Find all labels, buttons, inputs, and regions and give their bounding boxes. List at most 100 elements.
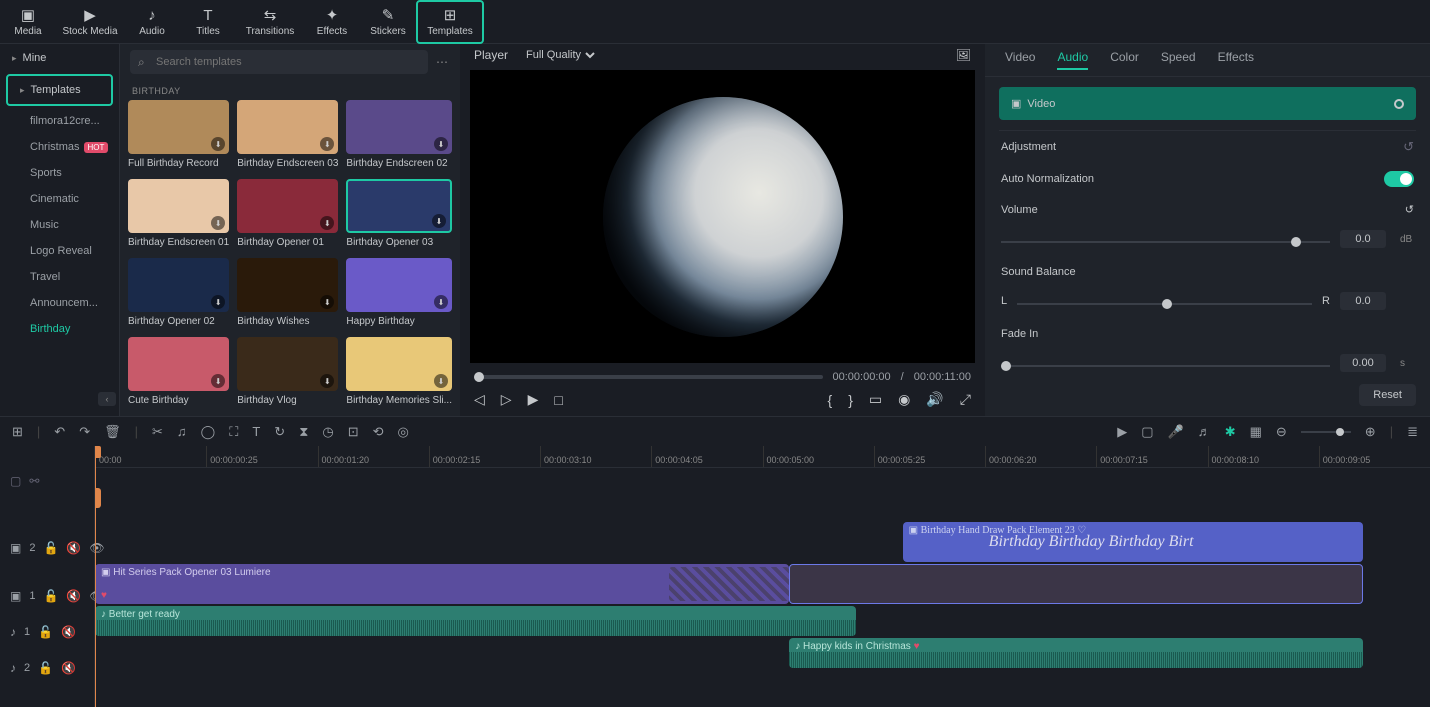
tl-clock-icon[interactable]: ◷ <box>322 424 333 440</box>
tl-layout-icon[interactable]: ⊞ <box>12 424 23 440</box>
timeline-ruler[interactable]: 00:0000:00:00:2500:00:01:2000:00:02:1500… <box>95 446 1430 468</box>
sidebar-templates[interactable]: Templates <box>6 74 113 106</box>
tl-link2-icon[interactable]: ▢ <box>10 474 21 484</box>
preview-scrubber[interactable] <box>474 375 823 379</box>
balance-slider[interactable] <box>1017 303 1312 305</box>
template-thumbnail[interactable] <box>346 100 452 154</box>
adjustment-reset-icon[interactable]: ↺ <box>1403 139 1414 155</box>
tab-templates[interactable]: ⊞Templates <box>416 0 484 44</box>
mute-icon[interactable]: 🔇 <box>66 589 81 603</box>
fullscreen-icon[interactable]: ⤢ <box>960 391 971 408</box>
reset-button[interactable]: Reset <box>1359 384 1416 406</box>
template-thumbnail[interactable] <box>346 258 452 312</box>
sidebar-cat-logo-reveal[interactable]: Logo Reveal <box>0 238 119 264</box>
tl-view-icon[interactable]: ≣ <box>1407 424 1418 440</box>
mute-icon[interactable]: 🔇 <box>66 541 81 555</box>
tl-zoom-out-icon[interactable]: ⊖ <box>1276 424 1287 440</box>
sidebar-mine[interactable]: Mine <box>0 44 119 72</box>
template-thumbnail[interactable] <box>237 258 338 312</box>
next-frame-button[interactable]: ▶ <box>528 391 539 408</box>
clip-radio[interactable] <box>1394 99 1404 109</box>
sidebar-cat-filmora12[interactable]: filmora12cre... <box>0 108 119 134</box>
snapshot-icon[interactable]: 🖼 <box>956 48 971 62</box>
mute-icon[interactable]: 🔇 <box>61 625 76 639</box>
tl-shield-icon[interactable]: ▢ <box>1141 424 1153 440</box>
prop-tab-audio[interactable]: Audio <box>1057 50 1088 70</box>
tl-render-icon[interactable]: ▶ <box>1117 424 1127 440</box>
prop-tab-effects[interactable]: Effects <box>1218 50 1254 70</box>
timeline-body[interactable]: 00:0000:00:00:2500:00:01:2000:00:02:1500… <box>95 446 1430 707</box>
lock-icon[interactable]: 🔓 <box>38 625 53 639</box>
template-card[interactable]: Birthday Opener 02 <box>128 258 229 329</box>
volume-value[interactable]: 0.0 <box>1340 230 1386 248</box>
quality-select[interactable]: Full Quality <box>522 48 598 62</box>
library-more[interactable]: ⋯ <box>436 55 450 69</box>
template-thumbnail[interactable] <box>128 337 229 391</box>
stop-button[interactable]: □ <box>554 392 562 408</box>
template-card[interactable]: Birthday Endscreen 01 <box>128 179 229 250</box>
clip-video-frames[interactable] <box>789 564 1363 604</box>
clip-audio2[interactable]: ♪ Happy kids in Christmas ♥ <box>789 638 1363 668</box>
mark-out-button[interactable]: } <box>848 392 853 408</box>
tl-music-icon[interactable]: ♫ <box>177 424 187 439</box>
mute-icon[interactable]: 🔇 <box>61 661 76 675</box>
tab-stickers[interactable]: ✎Stickers <box>360 0 416 44</box>
tab-audio[interactable]: ♪Audio <box>124 0 180 44</box>
mark-in-button[interactable]: { <box>828 392 833 408</box>
template-card[interactable]: Birthday Memories Sli... <box>346 337 452 408</box>
prop-tab-speed[interactable]: Speed <box>1161 50 1196 70</box>
volume-reset-icon[interactable]: ↺ <box>1405 203 1414 216</box>
track-lane-v1[interactable]: ▣ Hit Series Pack Opener 03 Lumiere ♥ <box>95 564 1430 604</box>
template-card[interactable]: Birthday Opener 01 <box>237 179 338 250</box>
clip-audio1[interactable]: ♪ Better get ready <box>95 606 856 636</box>
tab-titles[interactable]: TTitles <box>180 0 236 44</box>
tl-chain-icon[interactable]: ⚯ <box>29 474 39 484</box>
zoom-slider[interactable] <box>1301 431 1351 433</box>
prop-tab-video[interactable]: Video <box>1005 50 1035 70</box>
track-head-v2[interactable]: ▣2🔓🔇👁 <box>0 530 94 566</box>
track-lane-v2[interactable]: ▣ Birthday Hand Draw Pack Element 23 ♡ B… <box>95 522 1430 562</box>
search-input[interactable] <box>130 50 428 74</box>
tl-split-icon[interactable]: ✂ <box>152 424 163 440</box>
lock-icon[interactable]: 🔓 <box>43 589 58 603</box>
balance-value[interactable]: 0.0 <box>1340 292 1386 310</box>
sidebar-collapse[interactable]: ‹ <box>98 392 116 406</box>
volume-slider[interactable] <box>1001 241 1330 243</box>
display-icon[interactable]: ▭ <box>869 391 882 408</box>
template-thumbnail[interactable] <box>128 179 229 233</box>
autonorm-toggle[interactable] <box>1384 171 1414 187</box>
template-thumbnail[interactable] <box>346 179 452 233</box>
sidebar-cat-cinematic[interactable]: Cinematic <box>0 186 119 212</box>
sidebar-cat-sports[interactable]: Sports <box>0 160 119 186</box>
template-card[interactable]: Birthday Vlog <box>237 337 338 408</box>
template-thumbnail[interactable] <box>237 100 338 154</box>
tl-focus-icon[interactable]: ⊡ <box>348 424 359 440</box>
template-card[interactable]: Birthday Wishes <box>237 258 338 329</box>
tab-stock-media[interactable]: ▶Stock Media <box>56 0 124 44</box>
tl-delete-icon[interactable]: 🗑 <box>104 424 121 440</box>
tl-mask-icon[interactable]: ◯ <box>201 424 216 440</box>
play-button[interactable]: ▷ <box>501 391 512 408</box>
tab-transitions[interactable]: ⇆Transitions <box>236 0 304 44</box>
clip-transition[interactable] <box>669 567 789 601</box>
tab-media[interactable]: ▣Media <box>0 0 56 44</box>
tl-mic-icon[interactable]: 🎤 <box>1168 424 1184 440</box>
tl-redo-icon[interactable]: ↷ <box>79 424 90 440</box>
tl-mark-icon[interactable]: ◎ <box>398 424 409 440</box>
volume-icon[interactable]: 🔊 <box>926 391 943 408</box>
track-lane-a1[interactable]: ♪ Better get ready <box>95 606 1430 636</box>
template-thumbnail[interactable] <box>237 179 338 233</box>
track-head-a2[interactable]: ♪2🔓🔇 <box>0 650 94 686</box>
sidebar-cat-travel[interactable]: Travel <box>0 264 119 290</box>
sidebar-cat-birthday[interactable]: Birthday <box>0 316 119 342</box>
lock-icon[interactable]: 🔓 <box>43 541 58 555</box>
template-card[interactable]: Birthday Opener 03 <box>346 179 452 250</box>
template-thumbnail[interactable] <box>346 337 452 391</box>
prop-tab-color[interactable]: Color <box>1110 50 1139 70</box>
tl-link-icon[interactable]: ⟲ <box>373 424 384 440</box>
lock-icon[interactable]: 🔓 <box>38 661 53 675</box>
tl-rotate-icon[interactable]: ↻ <box>274 424 285 440</box>
camera-icon[interactable]: ◉ <box>898 391 910 408</box>
template-card[interactable]: Happy Birthday <box>346 258 452 329</box>
template-thumbnail[interactable] <box>237 337 338 391</box>
